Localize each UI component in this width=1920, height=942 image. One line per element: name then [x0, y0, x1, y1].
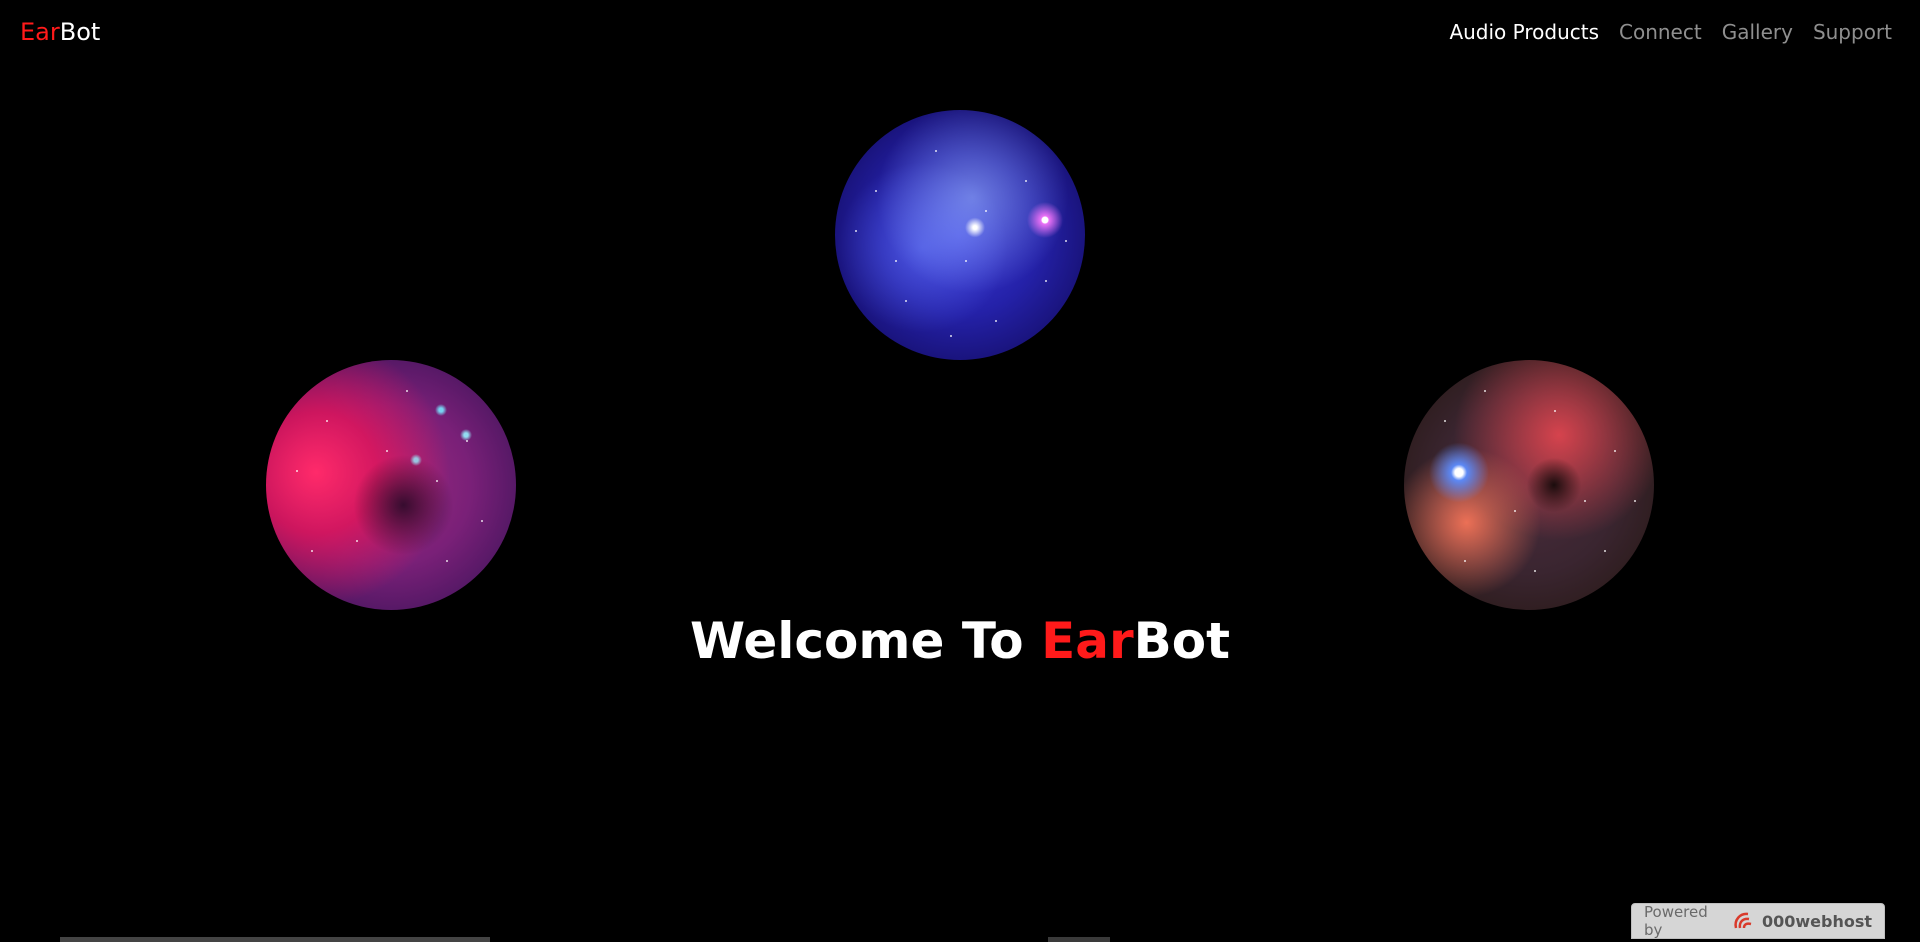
nebula-blue-image [835, 110, 1085, 360]
horizontal-scrollbar[interactable] [60, 937, 490, 942]
powered-by-label: Powered by [1644, 903, 1708, 939]
nav-gallery[interactable]: Gallery [1722, 20, 1793, 44]
nebula-pink-image [266, 360, 516, 610]
brand-accent: Ear [20, 18, 60, 46]
scroll-indicator [1048, 937, 1110, 942]
page: EarBot Audio Products Connect Gallery Su… [0, 0, 1920, 942]
star-field [266, 360, 516, 610]
headline-suffix: Bot [1133, 612, 1230, 670]
star-field [835, 110, 1085, 360]
host-logo-icon [1732, 910, 1754, 932]
nav-support[interactable]: Support [1813, 20, 1892, 44]
brand-rest: Bot [59, 18, 101, 46]
star-field [1404, 360, 1654, 610]
headline-prefix: Welcome To [690, 612, 1042, 670]
main-nav: Audio Products Connect Gallery Support [1449, 20, 1892, 44]
nebula-horsehead-image [1404, 360, 1654, 610]
welcome-headline: Welcome To EarBot [0, 612, 1920, 670]
host-name: 000webhost [1761, 911, 1872, 931]
brand-logo[interactable]: EarBot [20, 18, 100, 46]
nav-audio-products[interactable]: Audio Products [1449, 20, 1599, 44]
nav-connect[interactable]: Connect [1619, 20, 1702, 44]
powered-by-badge[interactable]: Powered by 000webhost [1631, 903, 1885, 939]
headline-accent: Ear [1041, 612, 1134, 670]
